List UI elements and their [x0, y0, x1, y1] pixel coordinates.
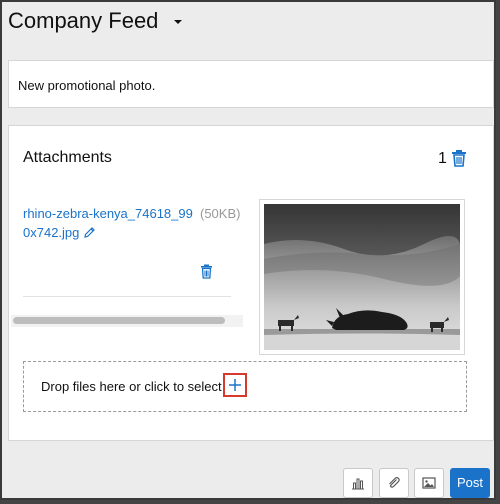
- page-title[interactable]: Company Feed: [8, 8, 158, 34]
- scrollbar-thumb[interactable]: [13, 317, 225, 324]
- post-text-area[interactable]: New promotional photo.: [8, 60, 494, 108]
- bar-chart-icon: [352, 478, 364, 490]
- attachments-panel: Attachments 1 rhino-zebra-kenya_74618_99…: [8, 125, 494, 441]
- horizontal-scrollbar[interactable]: [11, 315, 243, 327]
- attachment-file-size: (50KB): [200, 206, 241, 221]
- attachment-file-name: rhino-zebra-kenya_74618_990x742.jpg: [23, 206, 193, 240]
- file-dropzone[interactable]: Drop files here or click to select: [23, 361, 467, 412]
- pencil-icon[interactable]: [83, 226, 96, 239]
- paperclip-icon: [389, 477, 400, 488]
- attachments-count: 1: [438, 150, 447, 167]
- poll-button[interactable]: [343, 468, 373, 498]
- add-file-button[interactable]: [223, 373, 247, 397]
- caret-down-icon[interactable]: [174, 20, 182, 24]
- app-window: Company Feed New promotional photo. Atta…: [0, 0, 496, 500]
- post-button[interactable]: Post: [450, 468, 490, 498]
- attachments-heading: Attachments: [23, 149, 112, 166]
- attach-image-button[interactable]: [414, 468, 444, 498]
- header: Company Feed: [2, 2, 498, 44]
- dropzone-text: Drop files here or click to select: [41, 379, 222, 394]
- attachment-file-link[interactable]: rhino-zebra-kenya_74618_990x742.jpg: [23, 204, 193, 242]
- trash-icon[interactable]: [200, 264, 213, 279]
- rhino-zebra-photo: [264, 204, 460, 350]
- attachment-thumbnail[interactable]: [259, 199, 465, 355]
- divider: [23, 296, 231, 297]
- trash-icon[interactable]: [451, 149, 467, 167]
- post-text: New promotional photo.: [18, 78, 156, 93]
- image-icon: [422, 477, 436, 489]
- attach-link-button[interactable]: [379, 468, 409, 498]
- plus-icon: [229, 379, 241, 391]
